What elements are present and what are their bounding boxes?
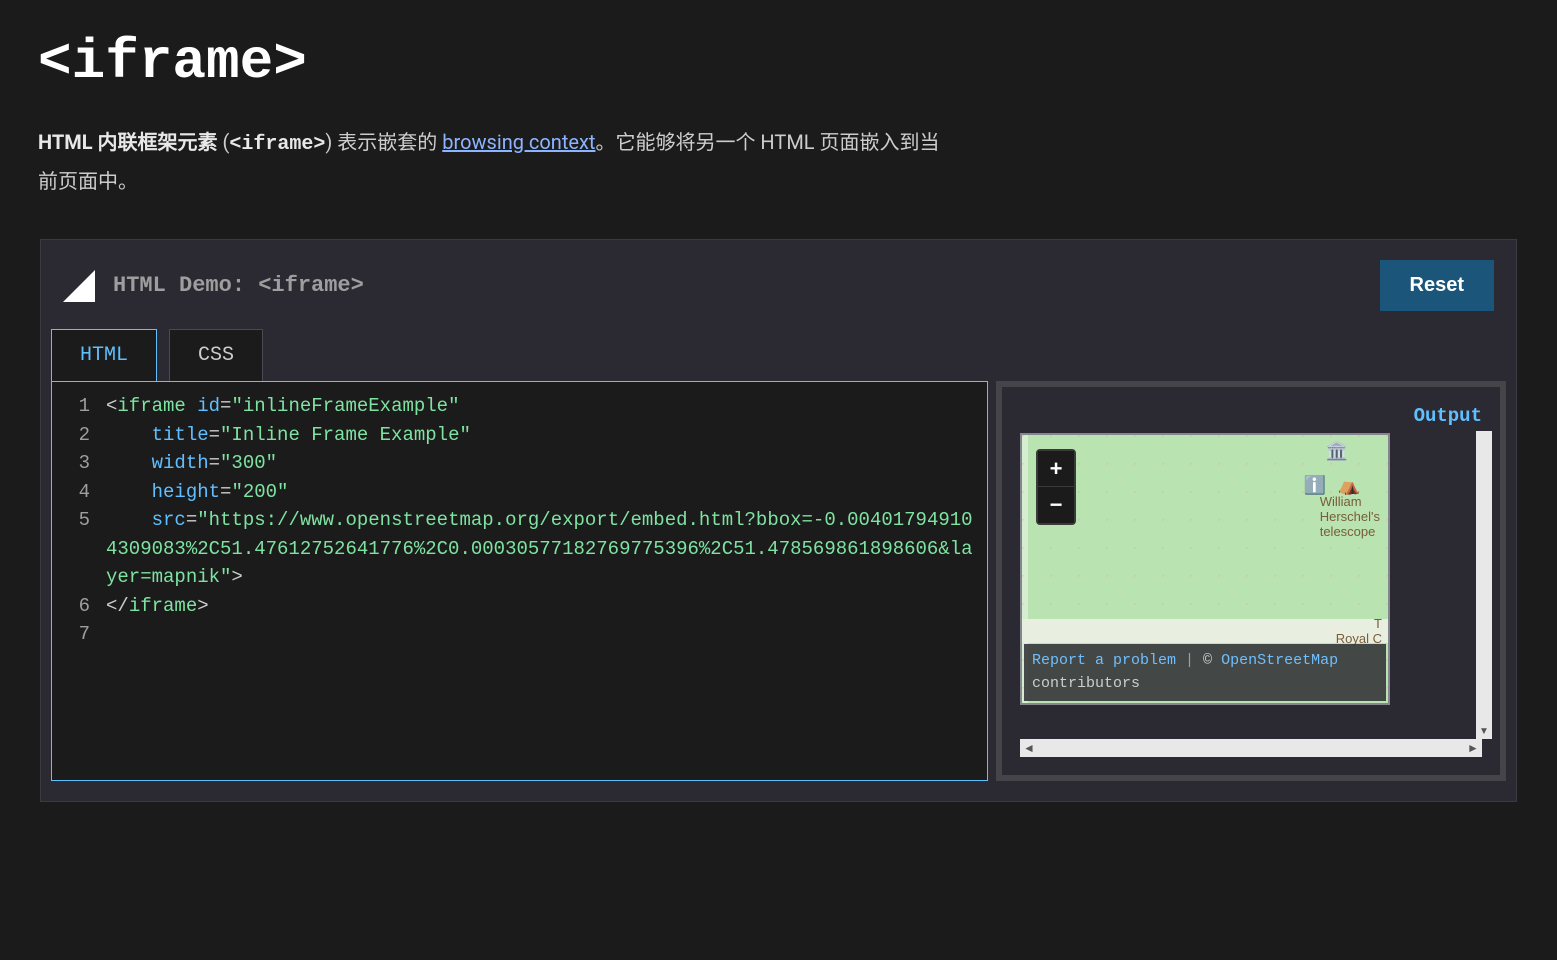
demo-title: HTML Demo: <iframe> <box>113 273 364 298</box>
attribution-separator: | <box>1176 652 1203 669</box>
vertical-scrollbar[interactable]: ▼ <box>1476 431 1492 739</box>
zoom-in-button[interactable]: + <box>1038 451 1074 487</box>
scroll-right-icon[interactable]: ► <box>1464 739 1482 757</box>
demo-container: HTML Demo: <iframe> Reset HTML CSS 1 <if… <box>40 239 1517 802</box>
reset-button[interactable]: Reset <box>1380 260 1494 311</box>
intro-code: <iframe> <box>229 133 325 156</box>
output-label: Output <box>1020 405 1482 427</box>
code-line-3: width="300" <box>106 449 973 478</box>
museum-icon: 🏛️ <box>1326 441 1348 462</box>
output-panel: Output + − 🏛️ ℹ️ ⛺ William Herschel's te… <box>996 381 1506 781</box>
line-number: 4 <box>66 478 90 507</box>
demo-header: HTML Demo: <iframe> Reset <box>41 240 1516 319</box>
shelter-icon: ⛺ <box>1338 475 1360 496</box>
intro-lead: HTML 内联框架元素 <box>38 130 218 154</box>
scroll-left-icon[interactable]: ◄ <box>1020 739 1038 757</box>
map-poi-label-royal: T Royal C <box>1336 617 1382 647</box>
code-line-2: title="Inline Frame Example" <box>106 421 973 450</box>
line-number: 3 <box>66 449 90 478</box>
code-editor[interactable]: 1 <iframe id="inlineFrameExample" 2 titl… <box>51 381 988 781</box>
line-number: 5 <box>66 506 90 592</box>
page-title: <iframe> <box>38 30 1557 94</box>
map-zoom-controls: + − <box>1036 449 1076 525</box>
scrollbar-track[interactable] <box>1038 739 1464 757</box>
intro-paren-close: ) <box>325 130 337 154</box>
panels: 1 <iframe id="inlineFrameExample" 2 titl… <box>41 381 1516 801</box>
editor-tabs: HTML CSS <box>41 319 1516 381</box>
line-number: 7 <box>66 620 90 649</box>
line-number: 6 <box>66 592 90 621</box>
demo-logo-icon <box>63 270 95 302</box>
openstreetmap-link[interactable]: OpenStreetMap <box>1221 652 1338 669</box>
intro-text-1: 表示嵌套的 <box>337 130 442 154</box>
intro-paragraph: HTML 内联框架元素 (<iframe>) 表示嵌套的 browsing co… <box>38 124 958 199</box>
copyright-symbol: © <box>1203 652 1221 669</box>
contributors-text: contributors <box>1032 675 1140 692</box>
intro-paren-open: ( <box>218 130 230 154</box>
horizontal-scrollbar[interactable]: ◄ ► <box>1020 739 1482 757</box>
tab-css[interactable]: CSS <box>169 329 263 381</box>
tab-html[interactable]: HTML <box>51 329 157 381</box>
code-line-4: height="200" <box>106 478 973 507</box>
map-attribution: Report a problem | © OpenStreetMap contr… <box>1024 644 1386 701</box>
scroll-down-icon[interactable]: ▼ <box>1476 723 1492 739</box>
map-iframe[interactable]: + − 🏛️ ℹ️ ⛺ William Herschel's telescope… <box>1020 433 1390 705</box>
code-line-7 <box>106 620 973 649</box>
report-problem-link[interactable]: Report a problem <box>1032 652 1176 669</box>
code-line-1: <iframe id="inlineFrameExample" <box>106 392 973 421</box>
zoom-out-button[interactable]: − <box>1038 487 1074 523</box>
map-poi-label-william-herschel: William Herschel's telescope <box>1320 495 1380 540</box>
code-line-5: src="https://www.openstreetmap.org/expor… <box>106 506 973 592</box>
line-number: 2 <box>66 421 90 450</box>
code-line-6: </iframe> <box>106 592 973 621</box>
browsing-context-link[interactable]: browsing context <box>442 130 595 154</box>
line-number: 1 <box>66 392 90 421</box>
info-icon: ℹ️ <box>1304 475 1326 496</box>
